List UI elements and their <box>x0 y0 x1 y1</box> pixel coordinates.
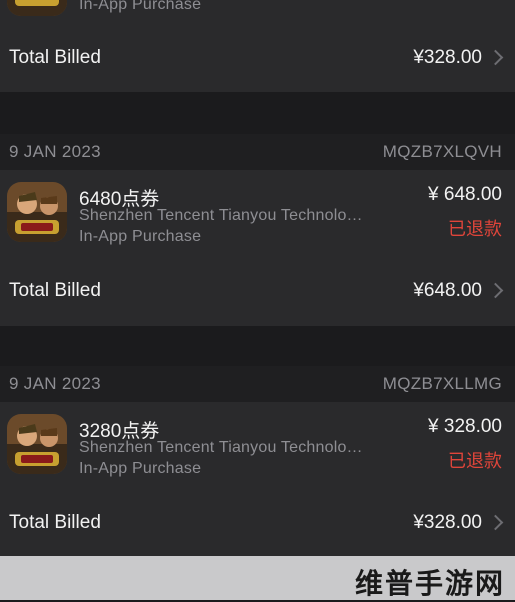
purchase-type-label: In-App Purchase <box>79 460 202 477</box>
purchase-type-label: In-App Purchase <box>79 228 202 245</box>
receipt-header: 9 JAN 2023 MQZB7XLLMG <box>0 366 515 402</box>
item-price: ¥ 328.00 <box>428 416 502 437</box>
total-billed-amount: ¥328.00 <box>413 512 482 533</box>
receipt-card[interactable]: 3280点券 Shenzhen Tencent Tianyou Technolo… <box>0 402 515 556</box>
total-billed-label: Total Billed <box>9 280 101 301</box>
purchase-type-label: In-App Purchase <box>79 0 202 13</box>
total-billed-amount: ¥648.00 <box>413 280 482 301</box>
chevron-right-icon <box>487 282 504 299</box>
total-billed-label: Total Billed <box>9 512 101 533</box>
seller-name: Shenzhen Tencent Tianyou Technology Ltd <box>79 439 364 456</box>
receipt-card[interactable]: 6480点券 Shenzhen Tencent Tianyou Technolo… <box>0 170 515 326</box>
section-gap <box>0 92 515 134</box>
total-billed-row[interactable]: Total Billed ¥328.00 <box>0 502 515 546</box>
receipt-date: 9 JAN 2023 <box>9 374 101 393</box>
seller-name: Shenzhen Tencent Tianyou Technology Ltd <box>79 207 364 224</box>
chevron-right-icon <box>487 49 504 66</box>
total-billed-label: Total Billed <box>9 47 101 68</box>
order-id[interactable]: MQZB7XLQVH <box>383 142 502 162</box>
total-billed-row[interactable]: Total Billed ¥328.00 <box>0 37 515 81</box>
total-billed-row[interactable]: Total Billed ¥648.00 <box>0 270 515 314</box>
item-price: ¥ 648.00 <box>428 184 502 205</box>
watermark-bar: 维普手游网 <box>0 556 515 600</box>
refunded-status-badge: 已退款 <box>448 451 502 471</box>
game-app-icon <box>7 0 67 16</box>
chevron-right-icon <box>487 514 504 531</box>
refunded-status-badge: 已退款 <box>448 219 502 239</box>
receipt-date: 9 JAN 2023 <box>9 142 101 161</box>
section-gap <box>0 326 515 366</box>
order-id[interactable]: MQZB7XLLMG <box>383 374 502 394</box>
receipt-card-previous: In-App Purchase Total Billed ¥328.00 <box>0 0 515 92</box>
site-watermark: 维普手游网 <box>354 568 505 599</box>
game-app-icon <box>7 414 67 474</box>
total-billed-amount: ¥328.00 <box>413 47 482 68</box>
receipt-header: 9 JAN 2023 MQZB7XLQVH <box>0 134 515 170</box>
game-app-icon <box>7 182 67 242</box>
